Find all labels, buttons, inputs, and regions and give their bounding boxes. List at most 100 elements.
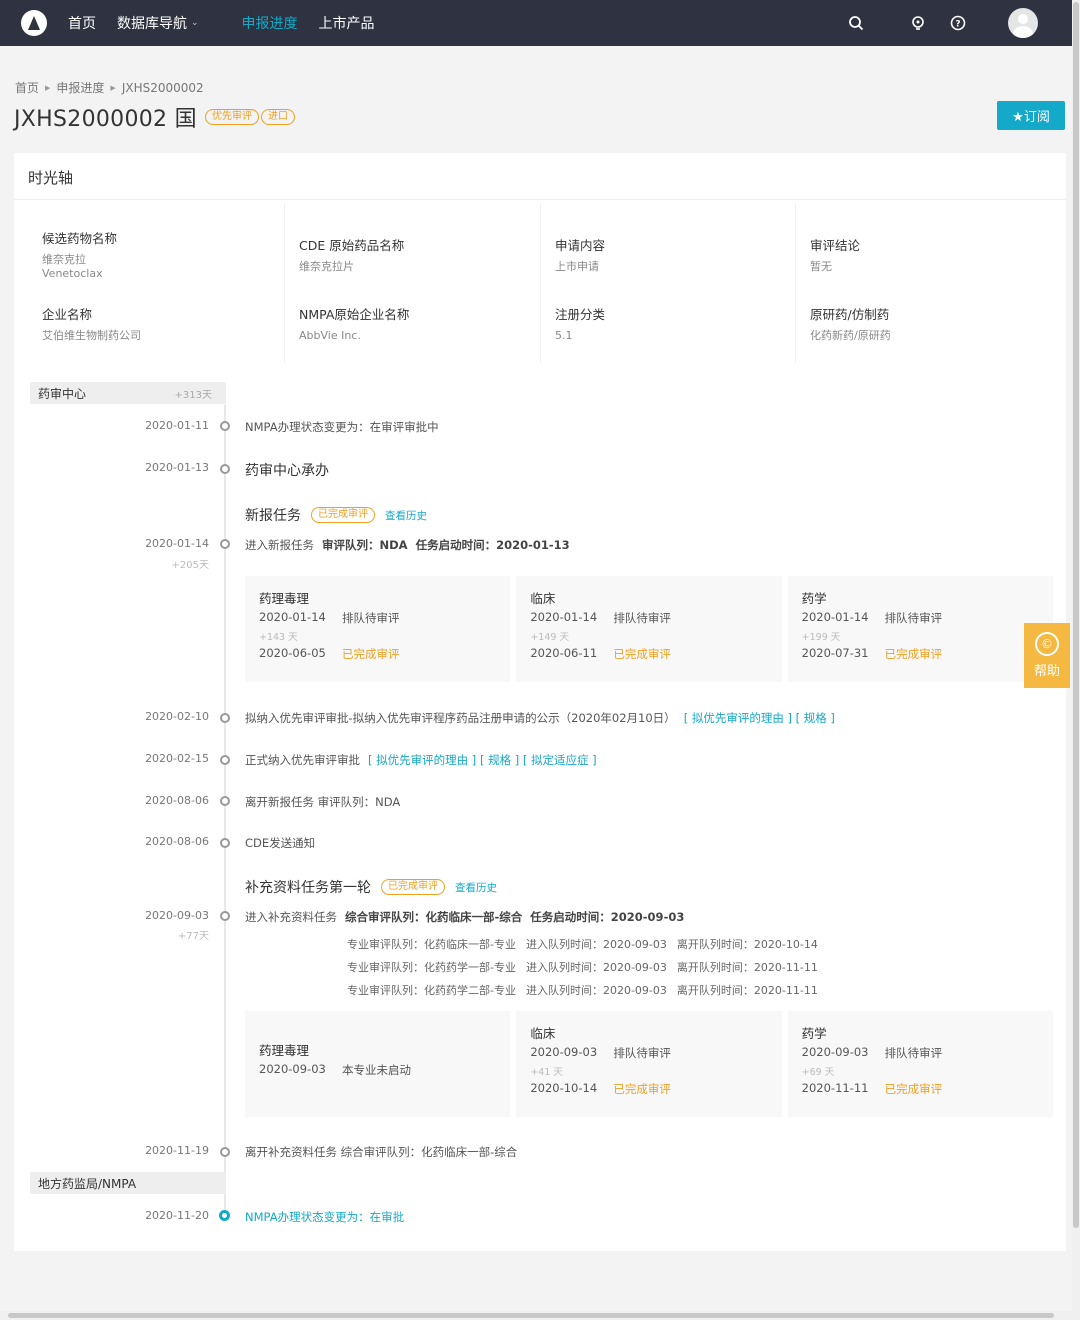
info-label: 候选药物名称 <box>42 231 118 246</box>
info-label: NMPA原始企业名称 <box>299 307 410 322</box>
vertical-scrollbar[interactable] <box>1072 0 1080 1320</box>
info-label: CDE 原始药品名称 <box>299 238 405 253</box>
event-date: 2020-02-15 <box>145 752 209 765</box>
info-label: 企业名称 <box>42 307 93 322</box>
info-value: 维奈克拉 Venetoclax <box>42 253 117 281</box>
section-cde[interactable]: 药审中心 +313天 <box>30 382 226 404</box>
task-status-badge: 已完成审评 <box>311 507 375 523</box>
card-line: 2020-01-14 排队待审评 <box>259 610 400 625</box>
review-card: 药学 2020-09-03 排队待审评 +69 天 2020-11-11 已完成审评 <box>787 1011 1053 1117</box>
scroll-thumb[interactable] <box>1073 2 1079 1228</box>
avatar[interactable] <box>1008 8 1038 38</box>
card-days: +149 天 <box>530 632 569 643</box>
nav-progress-label: 申报进度 <box>241 16 298 32</box>
card-status: 已完成审评 <box>613 647 671 661</box>
timeline-dot <box>220 421 230 431</box>
card-status: 本专业未启动 <box>342 1063 411 1077</box>
timeline-dot <box>220 796 230 806</box>
chevron-right-icon: ▶ <box>110 83 116 92</box>
card-title: 临床 <box>530 591 556 606</box>
info-label: 审评结论 <box>810 238 861 253</box>
event-date: 2020-02-10 <box>145 710 209 723</box>
nav-products-label: 上市产品 <box>318 16 375 32</box>
info-value: 上市申请 <box>555 260 599 273</box>
card-date: 2020-09-03 <box>801 1045 869 1059</box>
info-label: 原研药/仿制药 <box>810 307 890 322</box>
horizontal-scrollbar[interactable] <box>0 1311 1072 1320</box>
queue-line: 专业审评队列：化药药学一部-专业 进入队列时间：2020-09-03 离开队列时间：… <box>347 959 828 975</box>
event-title-text: 药审中心承办 <box>245 463 329 479</box>
logo-icon[interactable] <box>21 10 47 36</box>
timeline-dot <box>220 755 230 765</box>
timeline-line <box>224 405 226 1217</box>
task-title: 新报任务 已完成审评 查看历史 <box>245 505 427 525</box>
card-line: 2020-10-14 已完成审评 <box>530 1081 671 1096</box>
card-date: 2020-07-31 <box>801 646 869 660</box>
help-icon[interactable]: ? <box>948 13 968 33</box>
card-date: 2020-09-03 <box>259 1062 326 1076</box>
queue-enter: 进入队列时间：2020-09-03 <box>525 984 667 997</box>
help-button[interactable]: © 帮助 <box>1024 623 1070 688</box>
info-field: 审评结论 暂无 <box>810 235 860 274</box>
event-links[interactable]: [ 拟优先审评的理由 ] [ 规格 ] <box>684 711 835 725</box>
event-title: 药审中心承办 <box>245 460 329 480</box>
info-col-1: 候选药物名称 维奈克拉 Venetoclax 企业名称 艾伯维生物制药公司 <box>28 203 283 363</box>
event-links[interactable]: [ 拟优先审评的理由 ] [ 规格 ] [ 拟定适应症 ] <box>368 753 597 767</box>
nav-home-label: 首页 <box>68 16 96 32</box>
timeline-dot <box>220 464 230 474</box>
card-title: 药学 <box>801 591 827 606</box>
section-name: 地方药监局/NMPA <box>38 1176 137 1191</box>
info-value: 暂无 <box>810 260 832 273</box>
info-field: 注册分类 5.1 <box>555 304 605 343</box>
info-field: 企业名称 艾伯维生物制药公司 <box>42 304 141 343</box>
event-text: CDE发送通知 <box>245 836 316 850</box>
view-history-link[interactable]: 查看历史 <box>455 880 497 895</box>
queue-enter: 进入队列时间：2020-09-03 <box>525 961 667 974</box>
event-date: 2020-01-11 <box>145 419 209 432</box>
info-value: 化药新药/原研药 <box>810 329 891 342</box>
nav-products[interactable]: 上市产品 <box>319 13 375 33</box>
view-history-link[interactable]: 查看历史 <box>385 508 427 523</box>
help-circle-icon: © <box>1035 632 1059 656</box>
info-value: 艾伯维生物制药公司 <box>42 329 141 342</box>
card-days: +69 天 <box>801 1067 835 1078</box>
card-status: 已完成审评 <box>884 647 943 661</box>
info-col-3: 申请内容 上市申请 注册分类 5.1 <box>540 203 795 363</box>
subscribe-button[interactable]: ★订阅 <box>997 101 1065 130</box>
timeline-dot-current <box>219 1210 230 1221</box>
divider <box>14 199 1066 200</box>
card-date: 2020-10-14 <box>530 1081 598 1095</box>
card-status: 排队待审评 <box>613 1046 671 1060</box>
search-icon[interactable] <box>846 13 866 33</box>
event-queue: 综合审评队列：化药临床一部-综合 <box>345 910 523 924</box>
lightbulb-icon[interactable] <box>908 13 928 33</box>
nav-database[interactable]: 数据库导航 ⌄ <box>117 13 199 33</box>
event-text: 离开补充资料任务 综合审评队列：化药临床一部-综合 <box>245 1145 518 1159</box>
card-line: 2020-09-03 排队待审评 <box>530 1045 671 1060</box>
scroll-thumb[interactable] <box>8 1313 1054 1318</box>
card-date: 2020-01-14 <box>259 610 326 624</box>
card-status: 排队待审评 <box>342 611 400 625</box>
timeline-dot <box>220 713 230 723</box>
event-date: 2020-11-20 <box>145 1209 209 1222</box>
info-label: 申请内容 <box>555 238 606 253</box>
review-card: 药理毒理 2020-09-03 本专业未启动 <box>245 1011 511 1117</box>
nav-progress[interactable]: 申报进度 <box>242 13 298 33</box>
event-text: 离开新报任务 审评队列：NDA <box>245 795 401 809</box>
card-status: 排队待审评 <box>613 611 671 625</box>
info-field: 候选药物名称 维奈克拉 Venetoclax <box>42 228 117 281</box>
info-value-cn: 维奈克拉 <box>42 253 86 266</box>
chevron-right-icon: ▶ <box>45 83 51 92</box>
section-nmpa[interactable]: 地方药监局/NMPA <box>30 1172 226 1194</box>
breadcrumb-home[interactable]: 首页 <box>15 79 39 96</box>
card-line: 2020-11-11 已完成审评 <box>802 1081 943 1096</box>
info-field: 申请内容 上市申请 <box>555 235 605 274</box>
breadcrumb-progress[interactable]: 申报进度 <box>56 79 104 96</box>
timeline-dot <box>220 838 230 848</box>
event-text: NMPA办理状态变更为：在审批 <box>245 1210 405 1224</box>
info-col-4: 审评结论 暂无 原研药/仿制药 化药新药/原研药 <box>795 203 1050 363</box>
queue-line: 专业审评队列：化药药学二部-专业 进入队列时间：2020-09-03 离开队列时间：… <box>347 982 828 998</box>
card-line: 2020-06-05 已完成审评 <box>259 646 400 661</box>
card-date: 2020-01-14 <box>801 610 869 624</box>
nav-home[interactable]: 首页 <box>68 13 96 33</box>
